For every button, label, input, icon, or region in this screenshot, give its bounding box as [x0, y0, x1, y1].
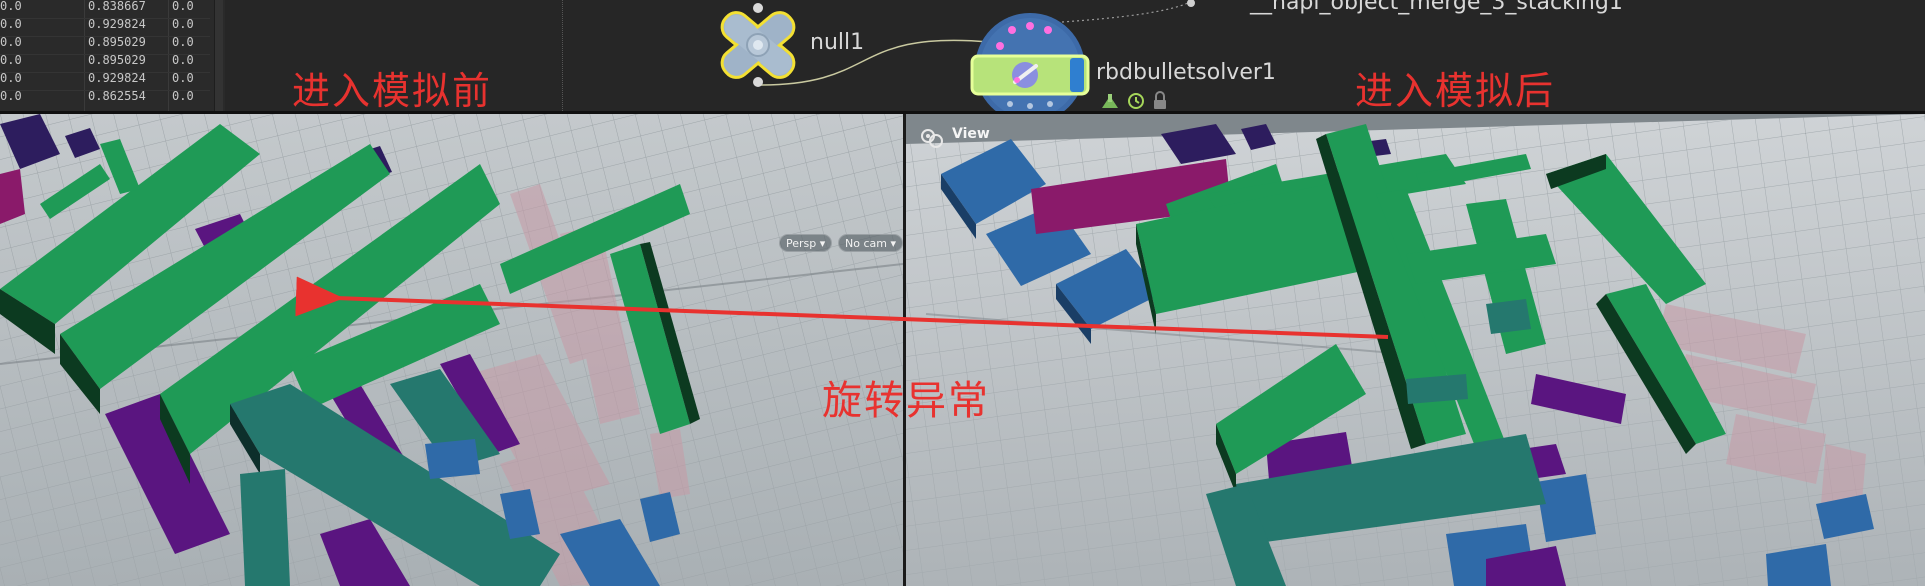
viewport-name-label: View	[952, 126, 990, 142]
top-panel: 0.0 0.838667 0.0 0.0 0.929824 0.0 0.0 0.…	[0, 0, 1925, 113]
node-wire	[1061, 1, 1191, 23]
lock-flag-icon[interactable]	[1154, 91, 1166, 109]
camera-menu-button[interactable]: No cam ▾	[838, 234, 903, 252]
timer-flag-icon[interactable]	[1128, 93, 1144, 109]
rbd-solver-node-icon[interactable]	[970, 13, 1090, 113]
export-flag-icon[interactable]	[1102, 94, 1118, 108]
viewport-before[interactable]: Persp ▾ No cam ▾	[0, 114, 903, 586]
solver-node-label[interactable]: rbdbulletsolver1	[1096, 60, 1276, 85]
null-node-label[interactable]: null1	[810, 30, 864, 55]
viewport-after[interactable]: View	[906, 114, 1925, 586]
after-simulation-label: 进入模拟后	[1355, 69, 1556, 113]
node-output-connector[interactable]	[1187, 0, 1195, 7]
merge-node-label[interactable]: __hapi_object_merge_3_stacking1	[1250, 0, 1623, 15]
persp-menu-label: Persp	[786, 237, 817, 250]
rotation-anomaly-label: 旋转异常	[822, 378, 990, 424]
before-simulation-label: 进入模拟前	[292, 69, 493, 113]
null-node-icon[interactable]	[717, 3, 799, 87]
camera-menu-label: No cam	[845, 237, 887, 250]
viewport-scene	[906, 114, 1925, 586]
viewport-scene	[0, 114, 903, 586]
view-tools-icon[interactable]	[920, 128, 944, 150]
network-graph	[717, 0, 1195, 113]
persp-menu-button[interactable]: Persp ▾	[779, 234, 833, 252]
